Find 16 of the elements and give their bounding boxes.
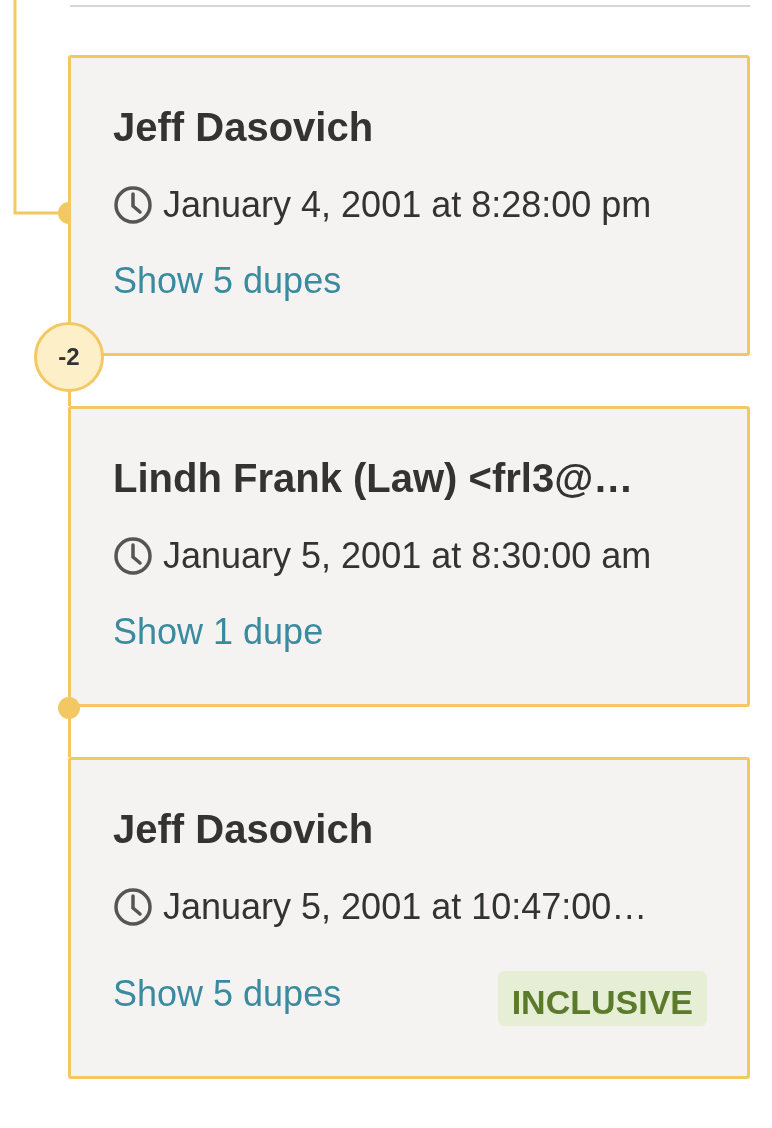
inclusive-tag: INCLUSIVE <box>497 971 707 1026</box>
timestamp: January 4, 2001 at 8:28:00 pm <box>163 183 652 227</box>
show-dupes-link[interactable]: Show 1 dupe <box>113 610 324 654</box>
count-badge: -2 <box>34 322 104 392</box>
message-card[interactable]: Lindh Frank (Law) <frl3@… January 5, 2001 at 8:30:00 am Show 1 dupe <box>68 406 750 707</box>
show-dupes-link[interactable]: Show 5 dupes <box>113 971 342 1016</box>
author-name: Jeff Dasovich <box>113 806 375 853</box>
clock-icon <box>113 185 153 225</box>
timestamp: January 5, 2001 at 10:47:00… <box>163 885 648 929</box>
author-name: Lindh Frank (Law) <frl3@… <box>113 455 635 502</box>
author-name: Jeff Dasovich <box>113 104 375 151</box>
clock-icon <box>113 536 153 576</box>
show-dupes-link[interactable]: Show 5 dupes <box>113 259 342 303</box>
clock-icon <box>113 887 153 927</box>
timestamp: January 5, 2001 at 8:30:00 am <box>163 534 652 578</box>
message-card[interactable]: Jeff Dasovich January 5, 2001 at 10:47:00… Show 5 dupes INCLUSIVE <box>68 757 750 1079</box>
